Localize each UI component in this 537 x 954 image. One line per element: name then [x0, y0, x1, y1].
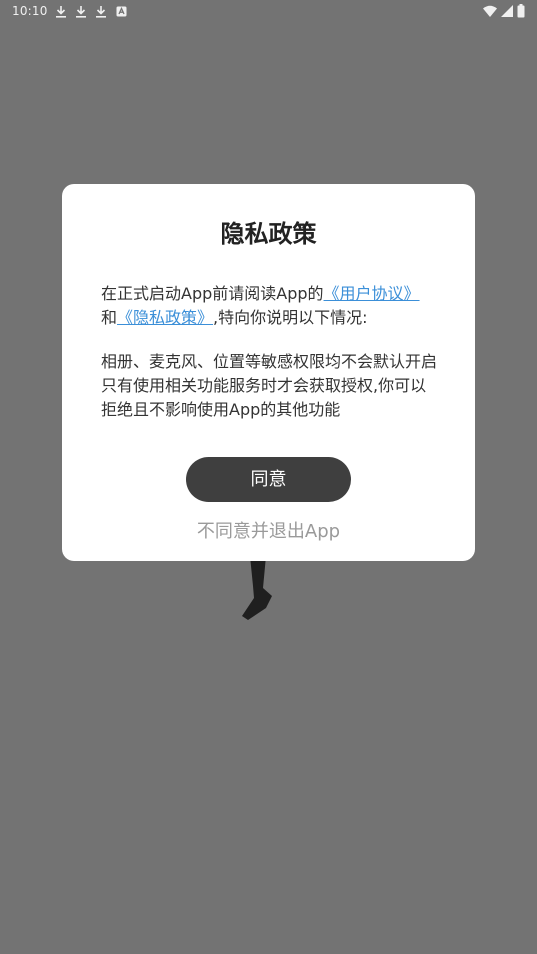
intro-suffix: ,特向你说明以下情况:: [213, 308, 368, 327]
intro-conjunction: 和: [101, 308, 118, 327]
status-time: 10:10: [12, 4, 48, 18]
battery-icon: [517, 4, 525, 18]
wifi-icon: [483, 4, 497, 18]
dialog-title: 隐私政策: [220, 220, 317, 248]
app-notification-icon: [115, 4, 127, 18]
system-icons: [483, 4, 525, 18]
agree-button[interactable]: 同意: [186, 457, 351, 502]
privacy-policy-dialog: 隐私政策 在正式启动App前请阅读App的《用户协议》和《隐私政策》,特向你说明…: [62, 184, 475, 561]
intro-prefix: 在正式启动App前请阅读App的: [101, 284, 324, 303]
background-figure-legs: [236, 556, 284, 626]
user-agreement-link[interactable]: 《用户协议》: [324, 284, 420, 303]
status-bar: 10:10: [0, 0, 537, 24]
download-icon: [75, 4, 87, 18]
cellular-signal-icon: [501, 4, 513, 18]
privacy-policy-link[interactable]: 《隐私政策》: [117, 308, 213, 327]
download-icon: [95, 4, 107, 18]
intro-text: 在正式启动App前请阅读App的《用户协议》和《隐私政策》,特向你说明以下情况:: [101, 282, 441, 330]
download-icon: [55, 4, 67, 18]
notification-icons: [55, 4, 127, 18]
disagree-exit-button[interactable]: 不同意并退出App: [62, 518, 475, 546]
permissions-description: 相册、麦克风、位置等敏感权限均不会默认开启只有使用相关功能服务时才会获取授权,你…: [101, 352, 438, 419]
